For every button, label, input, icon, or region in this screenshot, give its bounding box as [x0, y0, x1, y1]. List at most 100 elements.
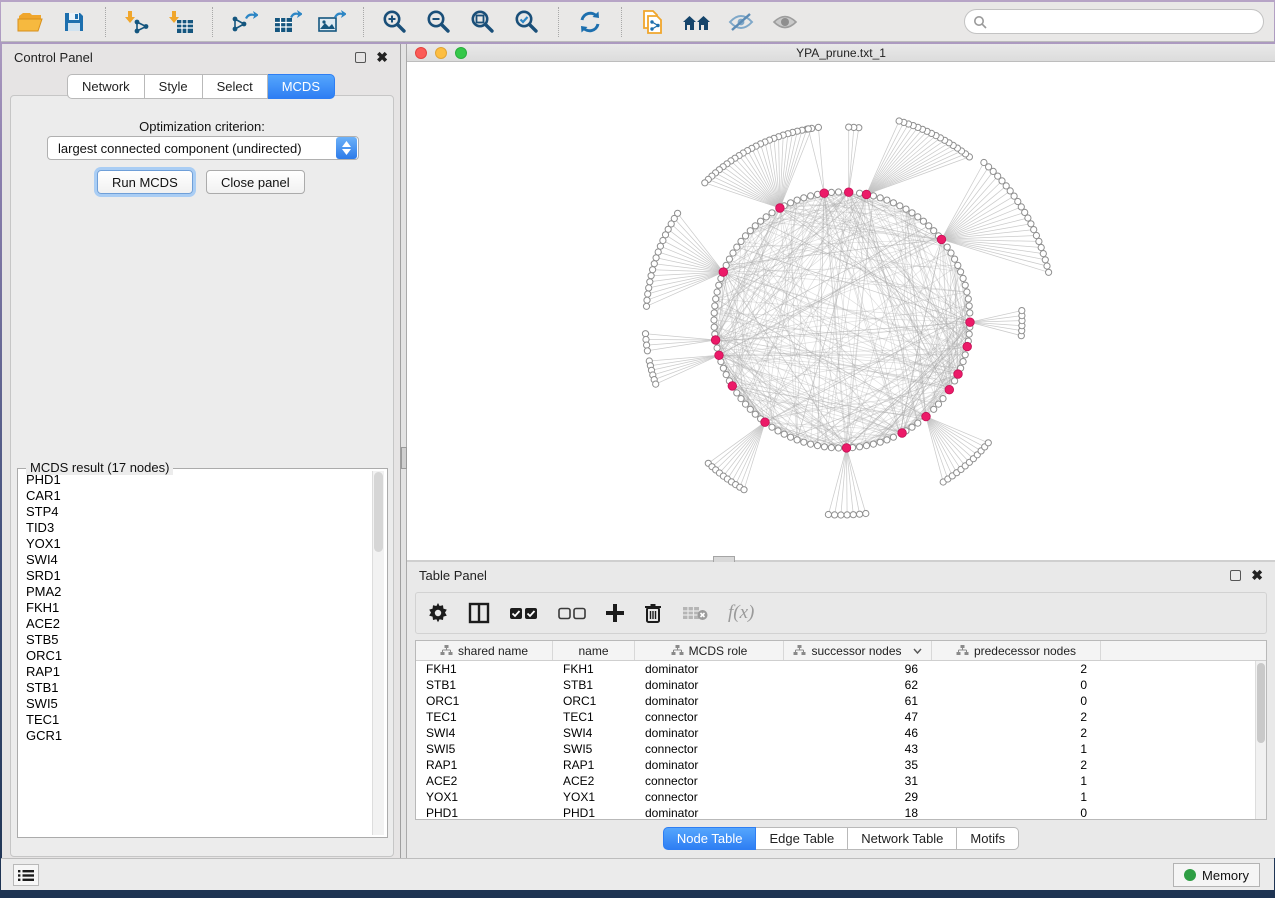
graph-node[interactable] [832, 512, 838, 518]
mcds-hub-node[interactable] [761, 418, 770, 427]
graph-node[interactable] [711, 317, 717, 323]
graph-node[interactable] [808, 441, 814, 447]
graph-node[interactable] [926, 223, 932, 229]
delete-table-button[interactable] [682, 605, 708, 621]
table-row[interactable]: ORC1ORC1dominator610 [416, 693, 1255, 709]
graph-node[interactable] [781, 431, 787, 437]
graph-node[interactable] [931, 406, 937, 412]
float-panel-icon[interactable] [1230, 570, 1241, 581]
graph-node[interactable] [738, 396, 744, 402]
graph-node[interactable] [857, 511, 863, 517]
tab-network-table[interactable]: Network Table [848, 827, 957, 850]
graph-node[interactable] [870, 193, 876, 199]
table-row[interactable]: SWI4SWI4dominator462 [416, 725, 1255, 741]
graph-node[interactable] [644, 342, 650, 348]
graph-node[interactable] [742, 233, 748, 239]
graph-node[interactable] [1046, 269, 1052, 275]
graph-node[interactable] [964, 289, 970, 295]
graph-node[interactable] [642, 331, 648, 337]
graph-node[interactable] [702, 180, 708, 186]
refresh-view-button[interactable] [571, 6, 609, 38]
graph-node[interactable] [1036, 238, 1042, 244]
mcds-result-item[interactable]: ORC1 [19, 648, 371, 664]
mcds-hub-node[interactable] [844, 188, 853, 197]
graph-node[interactable] [1033, 232, 1039, 238]
graph-node[interactable] [903, 206, 909, 212]
mcds-hub-node[interactable] [728, 382, 737, 391]
graph-node[interactable] [741, 487, 747, 493]
graph-node[interactable] [808, 193, 814, 199]
first-neighbors-button[interactable] [678, 6, 716, 38]
graph-node[interactable] [711, 310, 717, 316]
graph-node[interactable] [730, 250, 736, 256]
graph-node[interactable] [935, 401, 941, 407]
graph-node[interactable] [714, 345, 720, 351]
column-header-predecessor-nodes[interactable]: predecessor nodes [932, 641, 1101, 660]
graph-node[interactable] [857, 444, 863, 450]
import-network-button[interactable] [118, 6, 156, 38]
column-header-shared-name[interactable]: shared name [416, 641, 553, 660]
mcds-result-item[interactable]: STB1 [19, 680, 371, 696]
mcds-result-item[interactable]: ACE2 [19, 616, 371, 632]
mcds-result-item[interactable]: STB5 [19, 632, 371, 648]
graph-node[interactable] [955, 262, 961, 268]
graph-node[interactable] [960, 359, 966, 365]
table-row[interactable]: STB1STB1dominator620 [416, 677, 1255, 693]
graph-node[interactable] [653, 255, 659, 261]
deselect-all-button[interactable] [558, 607, 586, 620]
column-header-successor-nodes[interactable]: successor nodes [784, 641, 932, 660]
graph-node[interactable] [981, 159, 987, 165]
graph-node[interactable] [890, 434, 896, 440]
graph-node[interactable] [723, 372, 729, 378]
column-header-MCDS-role[interactable]: MCDS role [635, 641, 784, 660]
graph-node[interactable] [738, 238, 744, 244]
table-row[interactable]: ACE2ACE2connector311 [416, 773, 1255, 789]
mcds-result-item[interactable]: RAP1 [19, 664, 371, 680]
graph-node[interactable] [967, 310, 973, 316]
graph-node[interactable] [712, 303, 718, 309]
select-all-button[interactable] [510, 607, 538, 620]
graph-node[interactable] [644, 297, 650, 303]
graph-node[interactable] [909, 210, 915, 216]
task-history-button[interactable] [13, 864, 39, 886]
mcds-hub-node[interactable] [963, 342, 972, 351]
graph-node[interactable] [716, 282, 722, 288]
show-all-button[interactable] [766, 6, 804, 38]
search-input[interactable] [992, 15, 1255, 29]
mcds-hub-node[interactable] [898, 429, 907, 438]
graph-node[interactable] [1028, 221, 1034, 227]
graph-node[interactable] [1019, 308, 1025, 314]
mcds-result-item[interactable]: TID3 [19, 520, 371, 536]
graph-node[interactable] [952, 378, 958, 384]
memory-button[interactable]: Memory [1173, 863, 1260, 887]
graph-node[interactable] [877, 195, 883, 201]
graph-node[interactable] [1040, 251, 1046, 257]
graph-node[interactable] [643, 303, 649, 309]
mcds-result-item[interactable]: CAR1 [19, 488, 371, 504]
mcds-result-item[interactable]: PMA2 [19, 584, 371, 600]
graph-node[interactable] [651, 261, 657, 267]
tab-motifs[interactable]: Motifs [957, 827, 1019, 850]
graph-node[interactable] [788, 200, 794, 206]
zoom-in-button[interactable] [376, 6, 414, 38]
mcds-hub-node[interactable] [954, 370, 963, 379]
graph-node[interactable] [966, 331, 972, 337]
mcds-result-item[interactable]: PHD1 [19, 472, 371, 488]
graph-node[interactable] [825, 511, 831, 517]
graph-node[interactable] [711, 324, 717, 330]
zoom-fit-button[interactable] [464, 6, 502, 38]
delete-column-button[interactable] [644, 603, 662, 623]
graph-node[interactable] [801, 195, 807, 201]
mcds-result-item[interactable]: GCR1 [19, 728, 371, 744]
mcds-hub-node[interactable] [719, 268, 728, 277]
graph-node[interactable] [897, 203, 903, 209]
table-options-button[interactable] [428, 603, 448, 623]
graph-node[interactable] [1031, 227, 1037, 233]
graph-node[interactable] [801, 439, 807, 445]
mcds-hub-node[interactable] [945, 385, 954, 394]
graph-node[interactable] [944, 244, 950, 250]
table-scrollbar[interactable] [1255, 661, 1266, 819]
graph-node[interactable] [646, 285, 652, 291]
table-row[interactable]: PHD1PHD1dominator180 [416, 805, 1255, 819]
graph-node[interactable] [1038, 244, 1044, 250]
